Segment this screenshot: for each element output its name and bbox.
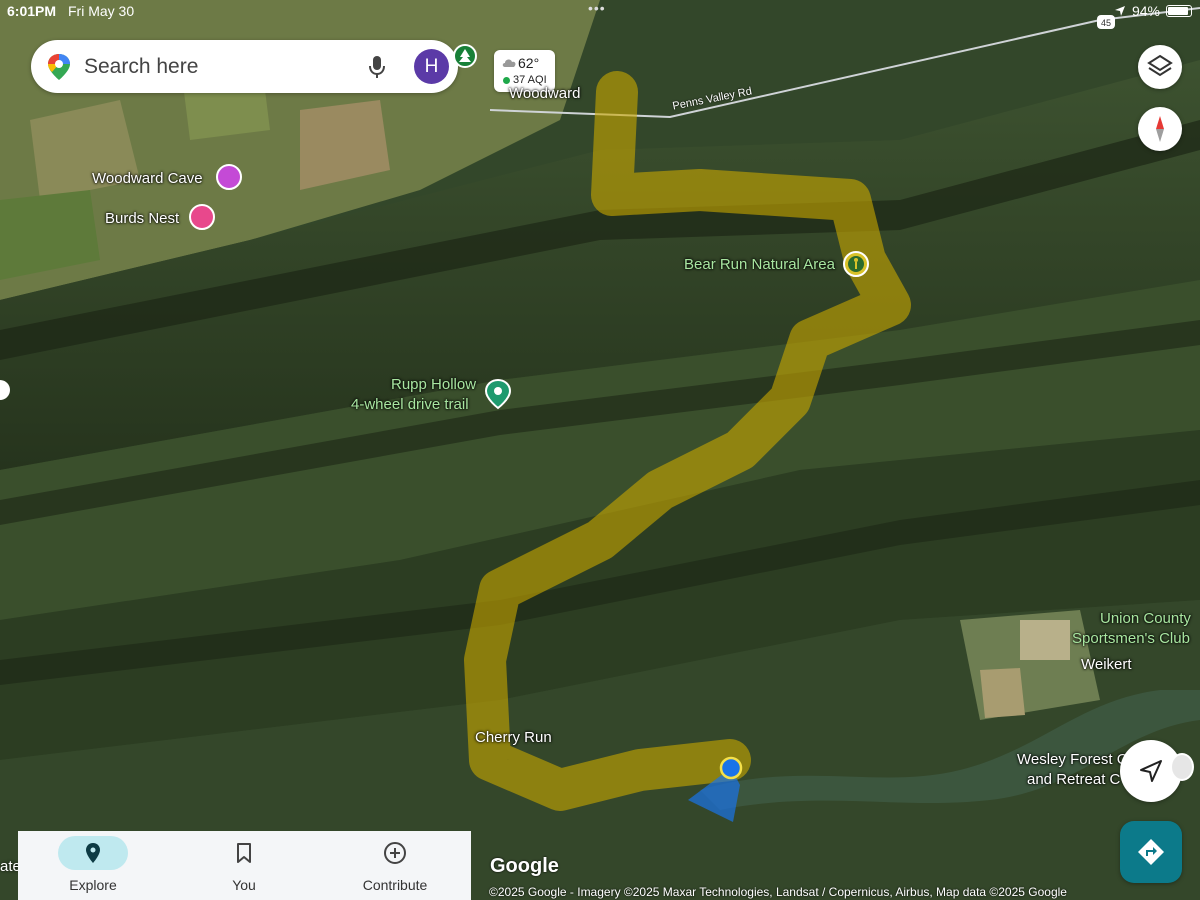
bottom-nav: Explore You Contribute — [18, 831, 471, 900]
lodging-pin-icon[interactable] — [189, 204, 215, 230]
trail-pin-icon[interactable] — [484, 378, 512, 410]
nav-contribute[interactable]: Contribute — [320, 831, 470, 900]
route-shield-icon: 45 — [1097, 15, 1115, 29]
attraction-pin-icon[interactable] — [216, 164, 242, 190]
directions-icon — [1138, 839, 1164, 865]
nav-explore[interactable]: Explore — [18, 831, 168, 900]
park-pin-icon[interactable] — [453, 44, 477, 72]
nav-label-you: You — [232, 877, 256, 893]
google-logo: Google — [490, 855, 559, 877]
directions-button[interactable] — [1120, 821, 1182, 883]
label-burds-nest[interactable]: Burds Nest — [105, 210, 179, 227]
battery-percent: 94% — [1131, 3, 1160, 19]
weather-temp: 62° — [518, 55, 540, 71]
compass-button[interactable] — [1138, 107, 1182, 151]
label-woodward[interactable]: Woodward — [509, 85, 580, 102]
route-shield-label: 45 — [1101, 18, 1111, 28]
status-bar: 6:01PM Fri May 30 ••• 94% — [0, 0, 1200, 22]
label-rupp-hollow-sub[interactable]: 4-wheel drive trail — [351, 396, 469, 413]
hiking-pin-icon[interactable] — [841, 250, 871, 280]
pin-icon — [86, 843, 100, 863]
status-date: Fri May 30 — [68, 3, 135, 19]
label-weikert[interactable]: Weikert — [1081, 656, 1132, 673]
label-wesley-forest-sub[interactable]: and Retreat C — [1027, 771, 1120, 788]
layers-icon — [1147, 54, 1173, 77]
nav-label-contribute: Contribute — [362, 877, 428, 893]
nav-label-explore: Explore — [69, 877, 117, 893]
bookmark-icon — [237, 843, 251, 863]
multitask-dots[interactable]: ••• — [588, 0, 606, 16]
plus-circle-icon — [384, 842, 406, 864]
place-pin-icon[interactable] — [1170, 753, 1194, 781]
status-right: 94% — [1114, 3, 1192, 19]
label-cherry-run[interactable]: Cherry Run — [475, 729, 552, 746]
label-bear-run[interactable]: Bear Run Natural Area — [684, 256, 835, 273]
mic-icon[interactable] — [367, 53, 387, 81]
label-rupp-hollow[interactable]: Rupp Hollow — [391, 376, 476, 393]
label-wesley-forest[interactable]: Wesley Forest C — [1017, 751, 1128, 768]
avatar[interactable]: H — [414, 49, 449, 84]
nav-you[interactable]: You — [169, 831, 319, 900]
search-input[interactable]: Search here — [84, 55, 198, 79]
aqi-dot — [503, 77, 510, 84]
cloud-icon — [502, 59, 516, 67]
compass-icon — [1156, 116, 1164, 142]
map-attribution[interactable]: ©2025 Google - Imagery ©2025 Maxar Techn… — [489, 885, 1067, 899]
search-bar[interactable]: Search here H — [31, 40, 458, 93]
maps-pin-logo-icon — [48, 54, 70, 80]
layers-button[interactable] — [1138, 45, 1182, 89]
label-woodward-cave[interactable]: Woodward Cave — [92, 170, 203, 187]
label-union-county-sub[interactable]: Sportsmen's Club — [1072, 630, 1190, 647]
status-time: 6:01PM — [7, 3, 57, 19]
label-union-county[interactable]: Union County — [1100, 610, 1191, 627]
battery-icon — [1166, 5, 1192, 17]
